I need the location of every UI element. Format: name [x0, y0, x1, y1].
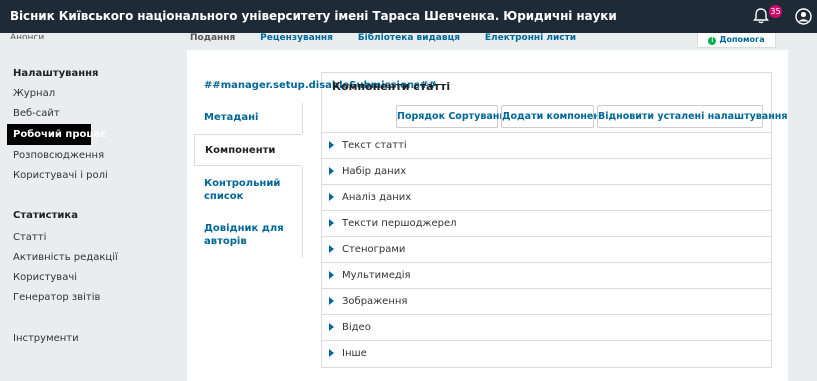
sidebar-item-users-roles[interactable]: Користувачі і ролі: [13, 170, 108, 181]
vtab-components[interactable]: Компоненти: [194, 134, 302, 166]
list-item[interactable]: Відео: [322, 314, 771, 340]
list-item[interactable]: Набір даних: [322, 158, 771, 184]
expand-arrow-icon[interactable]: [329, 323, 334, 331]
sort-order-button[interactable]: Порядок Сортування: [396, 105, 512, 128]
sidebar-item-journal[interactable]: Журнал: [13, 88, 55, 99]
expand-arrow-icon[interactable]: [329, 349, 334, 357]
list-item[interactable]: Тексти першоджерел: [322, 210, 771, 236]
vtab-checklist[interactable]: Контрольний список: [194, 177, 302, 203]
tab-emails[interactable]: Електронні листи: [485, 33, 576, 43]
settings-tabs: Подання Рецензування Бібліотека видавця …: [190, 33, 598, 48]
sidebar: Налаштування Журнал Веб-сайт Робочий про…: [0, 50, 187, 381]
expand-arrow-icon[interactable]: [329, 193, 334, 201]
tab-publisher-library[interactable]: Бібліотека видавця: [358, 33, 460, 43]
restore-defaults-button[interactable]: Відновити усталені налаштування: [597, 105, 787, 128]
help-button[interactable]: i Допомога: [697, 33, 776, 48]
sidebar-item-distribution[interactable]: Розповсюдження: [13, 150, 104, 161]
notification-badge: 35: [769, 5, 782, 18]
list-item[interactable]: Мультимедія: [322, 262, 771, 288]
vtab-author-guidelines[interactable]: Довідник для авторів: [194, 222, 302, 248]
sidebar-item-articles[interactable]: Статті: [13, 232, 46, 243]
vtab-divider-top: [302, 103, 303, 134]
expand-arrow-icon[interactable]: [329, 271, 334, 279]
expand-arrow-icon[interactable]: [329, 245, 334, 253]
vtab-metadata[interactable]: Метадані: [194, 111, 302, 124]
sidebar-item-website[interactable]: Веб-сайт: [13, 108, 60, 119]
expand-arrow-icon[interactable]: [329, 141, 334, 149]
add-component-button[interactable]: Додати компонент: [501, 105, 605, 128]
info-icon: i: [708, 37, 717, 45]
list-item[interactable]: Стенограми: [322, 236, 771, 262]
list-item[interactable]: Інше: [322, 340, 771, 366]
vtab-divider: [302, 166, 303, 258]
expand-arrow-icon[interactable]: [329, 219, 334, 227]
list-item[interactable]: Текст статті: [322, 132, 771, 158]
top-header: Вісник Київського національного універси…: [0, 0, 817, 33]
panel-title: Компоненти статті: [332, 80, 451, 93]
sidebar-item-users[interactable]: Користувачі: [13, 272, 77, 283]
list-item[interactable]: Аналіз даних: [322, 184, 771, 210]
tab-review[interactable]: Рецензування: [260, 33, 333, 43]
site-title[interactable]: Вісник Київського національного універси…: [10, 9, 617, 23]
list-item[interactable]: Зображення: [322, 288, 771, 314]
sidebar-item-report-generator[interactable]: Генератор звітів: [13, 292, 100, 303]
sidebar-item-announcements[interactable]: Анонси: [10, 33, 44, 39]
help-label: Допомога: [719, 35, 765, 44]
user-icon[interactable]: [795, 8, 812, 25]
sidebar-item-workflow[interactable]: Робочий процес: [7, 124, 106, 145]
settings-section-title: Налаштування: [13, 68, 99, 79]
tab-submissions[interactable]: Подання: [190, 33, 235, 43]
bell-icon[interactable]: [752, 7, 770, 25]
statistics-section-title: Статистика: [13, 210, 78, 221]
sidebar-item-tools[interactable]: Інструменти: [13, 333, 79, 344]
expand-arrow-icon[interactable]: [329, 297, 334, 305]
sidebar-item-editorial-activity[interactable]: Активність редакції: [13, 252, 118, 263]
expand-arrow-icon[interactable]: [329, 167, 334, 175]
